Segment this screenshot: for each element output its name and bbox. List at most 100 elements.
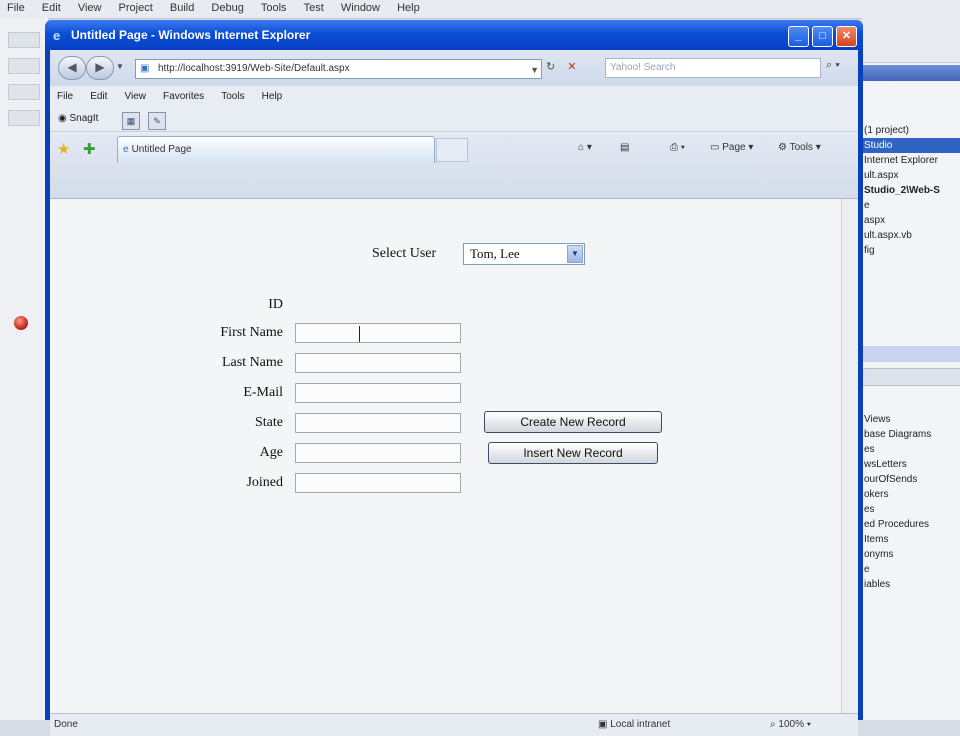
ide-menu-view[interactable]: View	[71, 0, 109, 16]
ide-toolbar-button[interactable]	[8, 58, 40, 74]
menu-view[interactable]: View	[117, 89, 153, 104]
solution-item[interactable]: fig	[862, 243, 960, 258]
minimize-button[interactable]: _	[788, 26, 809, 47]
ide-menu-window[interactable]: Window	[334, 0, 387, 16]
add-favorite-icon[interactable]: ✚	[83, 140, 96, 158]
menu-edit[interactable]: Edit	[83, 89, 114, 104]
label-id: ID	[268, 297, 283, 312]
insert-new-record-button[interactable]: Insert New Record	[488, 442, 658, 464]
select-user-dropdown[interactable]: Tom, Lee ▼	[463, 243, 585, 265]
search-icon[interactable]: ⌕ ▾	[826, 59, 840, 72]
zoom-level: 100%	[778, 719, 804, 730]
search-box[interactable]: Yahoo! Search	[605, 58, 821, 78]
email-field[interactable]	[295, 383, 461, 403]
create-new-record-button[interactable]: Create New Record	[484, 411, 662, 433]
label-email: E-Mail	[243, 385, 283, 400]
address-bar[interactable]: ▣ http://localhost:3919/Web-Site/Default.…	[135, 59, 542, 79]
capture-region-icon[interactable]: ✎	[148, 112, 166, 130]
forward-button[interactable]: ▶	[86, 56, 114, 80]
page-menu-button[interactable]: ▭ Page ▾	[710, 142, 753, 153]
intranet-icon: ▣	[598, 719, 608, 730]
server-item[interactable]: onyms	[862, 547, 960, 562]
server-item[interactable]: Items	[862, 532, 960, 547]
ide-menu-test[interactable]: Test	[297, 0, 331, 16]
solution-item-selected[interactable]: Studio	[862, 138, 960, 153]
address-row: ◀ ▶ ▼ ▣ http://localhost:3919/Web-Site/De…	[50, 50, 858, 86]
chevron-down-icon[interactable]: ▼	[567, 245, 583, 263]
state-field[interactable]	[295, 413, 461, 433]
security-zone-label: Local intranet	[610, 719, 671, 730]
first-name-field[interactable]	[295, 323, 461, 343]
page-menu-label: Page	[722, 142, 746, 153]
ide-menu-project[interactable]: Project	[112, 0, 160, 16]
joined-input[interactable]	[296, 474, 460, 492]
server-item[interactable]: ourOfSends	[862, 472, 960, 487]
maximize-button[interactable]: □	[812, 26, 833, 47]
server-item[interactable]: Views	[862, 412, 960, 427]
solution-item[interactable]: ult.aspx.vb	[862, 228, 960, 243]
solution-item[interactable]: Studio_2\Web-S	[862, 183, 960, 198]
last-name-input[interactable]	[296, 354, 460, 372]
ide-toolbar-button[interactable]	[8, 110, 40, 126]
ide-menu-help[interactable]: Help	[390, 0, 427, 16]
server-item[interactable]: es	[862, 442, 960, 457]
security-zone[interactable]: ▣ Local intranet	[598, 714, 670, 736]
menu-file[interactable]: File	[50, 89, 80, 104]
last-name-field[interactable]	[295, 353, 461, 373]
server-item[interactable]: okers	[862, 487, 960, 502]
tab-untitled-page[interactable]: e Untitled Page	[117, 136, 435, 163]
zoom-control[interactable]: ⌕ 100% ▾	[770, 714, 811, 736]
menu-help[interactable]: Help	[255, 89, 290, 104]
ide-menu-debug[interactable]: Debug	[204, 0, 250, 16]
label-first-name: First Name	[220, 325, 283, 340]
menu-favorites[interactable]: Favorites	[156, 89, 211, 104]
zoom-icon: ⌕	[770, 719, 776, 730]
home-icon[interactable]: ⌂ ▾	[578, 142, 592, 153]
tools-menu-button[interactable]: ⚙ Tools ▾	[778, 142, 821, 153]
ide-menu-edit[interactable]: Edit	[35, 0, 68, 16]
ide-panel-scrollbar[interactable]	[862, 346, 960, 362]
address-dropdown-icon[interactable]: ▼	[530, 61, 539, 79]
print-icon[interactable]: ⎙ ▾	[670, 142, 685, 153]
server-item[interactable]: ed Procedures	[862, 517, 960, 532]
server-item[interactable]: e	[862, 562, 960, 577]
email-input[interactable]	[296, 384, 460, 402]
refresh-icon[interactable]: ↻	[546, 61, 555, 73]
breakpoint-icon[interactable]	[14, 316, 28, 330]
age-input[interactable]	[296, 444, 460, 462]
close-button[interactable]: ✕	[836, 26, 857, 47]
menu-tools[interactable]: Tools	[214, 89, 251, 104]
solution-item[interactable]: e	[862, 198, 960, 213]
state-input[interactable]	[296, 414, 460, 432]
solution-item[interactable]: Internet Explorer	[862, 153, 960, 168]
server-item[interactable]: es	[862, 502, 960, 517]
first-name-input[interactable]	[296, 324, 460, 342]
favorites-star-icon[interactable]: ★	[57, 140, 70, 158]
ide-menu-file[interactable]: File	[0, 0, 32, 16]
server-item[interactable]: wsLetters	[862, 457, 960, 472]
page-icon: ▣	[140, 63, 150, 74]
joined-field[interactable]	[295, 473, 461, 493]
stop-icon[interactable]: ✕	[567, 61, 576, 73]
snagit-button[interactable]: ◉ SnagIt	[58, 113, 98, 124]
server-item[interactable]: base Diagrams	[862, 427, 960, 442]
text-cursor-icon	[359, 326, 360, 342]
history-dropdown-icon[interactable]: ▼	[116, 62, 124, 71]
ide-menu-tools[interactable]: Tools	[254, 0, 294, 16]
ide-toolbar-button[interactable]	[8, 84, 40, 100]
back-button[interactable]: ◀	[58, 56, 86, 80]
ide-menu-build[interactable]: Build	[163, 0, 201, 16]
age-field[interactable]	[295, 443, 461, 463]
browser-menu-bar: File Edit View Favorites Tools Help	[50, 89, 858, 107]
solution-item[interactable]: (1 project)	[862, 123, 960, 138]
solution-item[interactable]: ult.aspx	[862, 168, 960, 183]
ie-title-bar[interactable]: e Untitled Page - Windows Internet Explo…	[45, 20, 863, 50]
solution-item[interactable]: aspx	[862, 213, 960, 228]
capture-window-icon[interactable]: ▦	[122, 112, 140, 130]
server-item[interactable]: iables	[862, 577, 960, 592]
ide-toolbar-button[interactable]	[8, 32, 40, 48]
feeds-icon[interactable]: ▤	[620, 142, 629, 153]
snagit-icon: ◉	[58, 113, 67, 124]
page-scrollbar[interactable]	[841, 199, 858, 714]
new-tab-button[interactable]	[436, 138, 468, 162]
